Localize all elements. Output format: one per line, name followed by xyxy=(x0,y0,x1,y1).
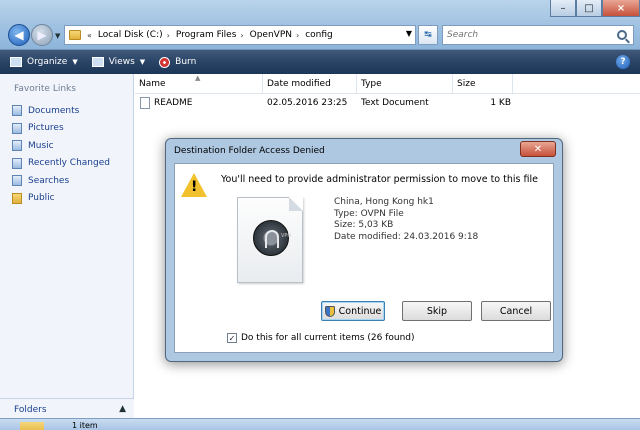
pictures-icon xyxy=(12,122,22,134)
searches-icon xyxy=(12,175,22,187)
apply-to-all-label: Do this for all current items (26 found) xyxy=(241,333,415,343)
breadcrumb-local-disk[interactable]: Local Disk (C:) › xyxy=(98,30,170,40)
maximize-button[interactable]: □ xyxy=(576,0,602,17)
favorite-links-list: Documents Pictures Music Recently Change… xyxy=(12,102,110,207)
text-document-icon xyxy=(140,96,150,109)
folder-icon xyxy=(69,30,81,40)
column-size[interactable]: Size xyxy=(453,73,513,94)
navigation-pane: Favorite Links Documents Pictures Music … xyxy=(0,74,134,430)
burn-button[interactable]: Burn xyxy=(159,56,196,68)
arrow-left-icon: ◀ xyxy=(14,28,24,42)
chevron-right-icon[interactable]: › xyxy=(296,31,299,40)
organize-button[interactable]: Organize ▼ xyxy=(10,57,78,67)
vpn-icon-label: VPN xyxy=(281,233,292,239)
file-date-cell: 02.05.2016 23:25 xyxy=(267,97,348,108)
close-icon: ✕ xyxy=(533,143,543,155)
help-icon[interactable]: ? xyxy=(616,55,630,69)
file-detail-name: China, Hong Kong hk1 xyxy=(334,197,434,207)
chevron-right-icon[interactable]: › xyxy=(167,31,170,40)
close-window-button[interactable]: × xyxy=(602,0,640,17)
breadcrumb-program-files[interactable]: Program Files › xyxy=(176,30,244,40)
skip-button[interactable]: Skip xyxy=(402,301,472,321)
breadcrumb-overflow[interactable]: « xyxy=(87,31,92,40)
status-item-count: 1 item xyxy=(72,421,98,430)
chevron-up-icon: ▲ xyxy=(119,404,126,414)
status-bar: 1 item xyxy=(0,418,640,430)
refresh-button[interactable]: ↹ xyxy=(418,25,438,45)
search-input[interactable] xyxy=(447,30,607,40)
dialog-message: You'll need to provide administrator per… xyxy=(221,174,538,185)
arrow-right-icon: ▶ xyxy=(37,28,47,42)
search-box[interactable] xyxy=(442,25,634,45)
organize-icon xyxy=(10,57,22,67)
public-folder-icon xyxy=(12,192,22,204)
favorite-link-searches[interactable]: Searches xyxy=(12,172,110,190)
column-date-modified[interactable]: Date modified xyxy=(263,73,357,94)
openvpn-icon: VPN xyxy=(253,220,292,256)
apply-to-all-row[interactable]: ✓ Do this for all current items (26 foun… xyxy=(227,333,415,343)
sort-ascending-icon: ▲ xyxy=(195,73,201,82)
views-icon xyxy=(91,57,104,67)
favorite-link-documents[interactable]: Documents xyxy=(12,102,110,120)
forward-button[interactable]: ▶ xyxy=(31,24,53,46)
file-detail-size: Size: 5,03 KB xyxy=(334,220,394,230)
file-type-cell: Text Document xyxy=(361,97,429,108)
file-name-cell: README xyxy=(140,96,267,109)
address-bar[interactable]: « Local Disk (C:) › Program Files › OpenVP… xyxy=(64,25,416,45)
file-thumbnail: VPN xyxy=(237,197,303,283)
address-dropdown-icon[interactable]: ▼ xyxy=(406,29,412,38)
chevron-down-icon: ▼ xyxy=(139,58,146,66)
documents-icon xyxy=(12,105,22,117)
column-name[interactable]: Name ▲ xyxy=(135,73,263,94)
window-controls: – □ × xyxy=(550,0,640,17)
column-type[interactable]: Type xyxy=(357,73,453,94)
folders-toggle[interactable]: Folders ▲ xyxy=(0,398,134,420)
search-icon[interactable] xyxy=(617,30,627,40)
breadcrumb-openvpn[interactable]: OpenVPN › xyxy=(250,30,300,40)
dialog-body: ! You'll need to provide administrator p… xyxy=(174,163,554,353)
favorite-link-recently-changed[interactable]: Recently Changed xyxy=(12,155,110,173)
favorite-link-public[interactable]: Public xyxy=(12,190,110,208)
back-button[interactable]: ◀ xyxy=(8,24,30,46)
cancel-button[interactable]: Cancel xyxy=(481,301,551,321)
chevron-right-icon[interactable]: › xyxy=(240,31,243,40)
favorite-link-music[interactable]: Music xyxy=(12,137,110,155)
chevron-down-icon: ▼ xyxy=(72,58,78,66)
dialog-close-button[interactable]: ✕ xyxy=(520,141,556,157)
command-toolbar: Organize ▼ Views ▼ Burn ? xyxy=(0,50,640,74)
warning-exclamation-icon: ! xyxy=(191,179,198,195)
folder-icon xyxy=(20,422,44,430)
burn-disc-icon xyxy=(159,56,171,68)
dialog-title: Destination Folder Access Denied xyxy=(174,146,325,156)
breadcrumb-config[interactable]: config xyxy=(305,30,333,40)
music-icon xyxy=(12,140,22,152)
file-row[interactable]: README 02.05.2016 23:25 Text Document 1 … xyxy=(140,95,511,110)
apply-to-all-checkbox[interactable]: ✓ xyxy=(227,333,237,343)
access-denied-dialog: Destination Folder Access Denied ✕ ! You… xyxy=(165,138,563,362)
tunnel-icon xyxy=(265,230,279,248)
favorite-links-title: Favorite Links xyxy=(14,84,76,94)
recent-pages-dropdown[interactable]: ▼ xyxy=(55,32,60,40)
favorite-link-pictures[interactable]: Pictures xyxy=(12,120,110,138)
uac-shield-icon xyxy=(324,305,335,317)
file-detail-type: Type: OVPN File xyxy=(334,208,404,219)
file-size-cell: 1 KB xyxy=(490,97,511,108)
views-button[interactable]: Views ▼ xyxy=(91,57,146,67)
column-header: Name ▲ Date modified Type Size xyxy=(135,73,640,94)
file-detail-date: Date modified: 24.03.2016 9:18 xyxy=(334,231,479,242)
continue-button[interactable]: Continue xyxy=(321,301,385,321)
minimize-button[interactable]: – xyxy=(550,0,576,17)
recently-changed-icon xyxy=(12,157,22,169)
refresh-icon: ↹ xyxy=(424,30,432,40)
file-details: China, Hong Kong hk1 Type: OVPN File Siz… xyxy=(334,197,478,243)
window-titlebar: – □ × ◀ ▶ ▼ « Local Disk (C:) › Program F… xyxy=(0,0,640,50)
